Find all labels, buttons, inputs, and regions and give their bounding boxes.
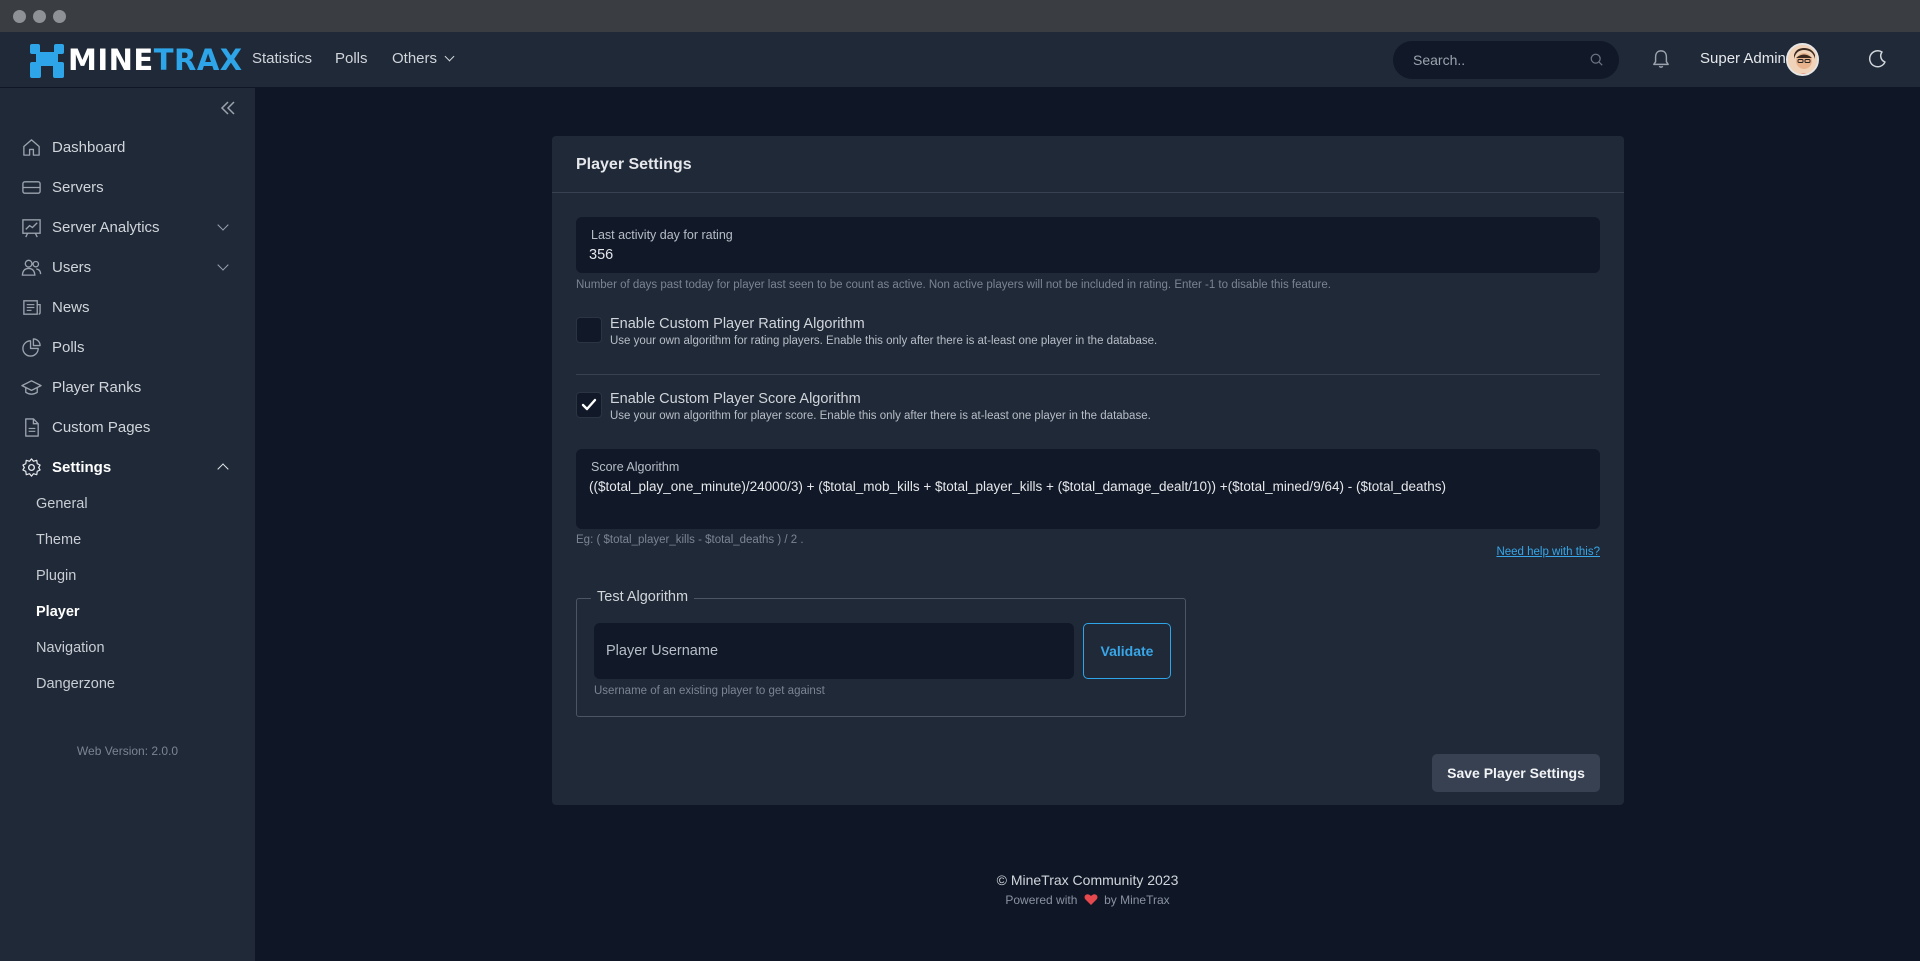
avatar-face-icon <box>1788 45 1817 74</box>
sidebar-item-custom-pages[interactable]: Custom Pages <box>0 407 255 447</box>
window-maximize-button[interactable] <box>53 10 66 23</box>
footer-powered-suffix: by MineTrax <box>1104 893 1170 907</box>
rating-algorithm-checkbox[interactable] <box>576 317 602 343</box>
chevron-down-icon <box>444 51 455 62</box>
sidebar-item-label: Server Analytics <box>52 218 160 236</box>
save-player-settings-button[interactable]: Save Player Settings <box>1432 754 1600 792</box>
player-username-help: Username of an existing player to get ag… <box>594 685 825 697</box>
sidebar-item-label: Player Ranks <box>52 378 142 396</box>
sidebar-item-label: Polls <box>52 338 85 356</box>
divider <box>576 374 1600 375</box>
sidebar-item-servers[interactable]: Servers <box>0 167 255 207</box>
window-titlebar <box>0 0 1920 32</box>
avatar[interactable] <box>1786 43 1819 76</box>
user-menu-name[interactable]: Super Admin <box>1700 50 1786 67</box>
rating-algorithm-desc: Use your own algorithm for rating player… <box>610 335 1158 347</box>
score-algorithm-field[interactable]: Score Algorithm (($total_play_one_minute… <box>576 449 1600 529</box>
nav-statistics[interactable]: Statistics <box>252 50 312 67</box>
player-settings-card: Player Settings Last activity day for ra… <box>552 136 1624 805</box>
window-minimize-button[interactable] <box>33 10 46 23</box>
test-algorithm-group: Test Algorithm Player Username Validate … <box>576 589 1186 717</box>
sidebar-item-label: News <box>52 298 90 316</box>
sidebar-sub-general[interactable]: General <box>36 496 88 512</box>
score-algorithm-desc: Use your own algorithm for player score.… <box>610 410 1151 422</box>
need-help-link[interactable]: Need help with this? <box>1496 546 1600 558</box>
logo-mark-icon <box>30 42 64 78</box>
sidebar-item-player-ranks[interactable]: Player Ranks <box>0 367 255 407</box>
search-placeholder: Search.. <box>1413 52 1466 68</box>
pie-icon <box>22 337 41 357</box>
sidebar-sub-player[interactable]: Player <box>36 604 80 620</box>
sidebar-item-label: Settings <box>52 458 112 476</box>
heart-icon <box>1084 894 1098 905</box>
test-algorithm-legend: Test Algorithm <box>591 589 695 605</box>
last-activity-label: Last activity day for rating <box>591 228 733 242</box>
last-activity-help: Number of days past today for player las… <box>576 279 1331 291</box>
web-version: Web Version: 2.0.0 <box>76 744 179 758</box>
sidebar-item-polls[interactable]: Polls <box>0 327 255 367</box>
window-close-button[interactable] <box>13 10 26 23</box>
sidebar-item-users[interactable]: Users <box>0 247 255 287</box>
logo-text: MINETRAX <box>68 43 243 77</box>
sidebar-item-label: Dashboard <box>52 138 126 156</box>
chevron-down-icon <box>217 259 229 271</box>
users-icon <box>21 259 42 276</box>
moon-icon[interactable] <box>1868 49 1888 69</box>
collapse-sidebar-icon[interactable] <box>220 101 236 115</box>
checkmark-icon <box>581 398 597 411</box>
nav-others[interactable]: Others <box>392 50 455 67</box>
chart-icon <box>22 218 41 237</box>
last-activity-field[interactable]: Last activity day for rating 356 <box>576 217 1600 273</box>
sidebar-sub-navigation[interactable]: Navigation <box>36 640 105 656</box>
footer-powered-prefix: Powered with <box>1005 893 1078 907</box>
score-algorithm-value: (($total_play_one_minute)/24000/3) + ($t… <box>589 479 1447 494</box>
server-icon <box>22 180 41 194</box>
sidebar-sub-dangerzone[interactable]: Dangerzone <box>36 676 115 692</box>
sidebar-item-label: Servers <box>52 178 104 196</box>
score-algorithm-label: Score Algorithm <box>591 460 680 474</box>
search-input[interactable]: Search.. <box>1393 41 1619 79</box>
document-icon <box>25 417 39 437</box>
gear-icon <box>22 457 41 477</box>
sidebar-item-server-analytics[interactable]: Server Analytics <box>0 207 255 247</box>
nav-others-label: Others <box>392 50 438 67</box>
player-username-input[interactable]: Player Username <box>594 623 1074 679</box>
nav-polls[interactable]: Polls <box>335 50 368 67</box>
last-activity-value: 356 <box>589 247 614 263</box>
sidebar-item-label: Custom Pages <box>52 418 151 436</box>
top-navbar: MINETRAX Statistics Polls Others Search.… <box>0 32 1920 88</box>
home-icon <box>23 138 40 156</box>
sidebar-sub-theme[interactable]: Theme <box>36 532 81 548</box>
card-title: Player Settings <box>576 156 692 173</box>
graduation-cap-icon <box>21 379 42 395</box>
score-algorithm-checkbox[interactable] <box>576 392 602 418</box>
sidebar-item-label: Users <box>52 258 92 276</box>
news-icon <box>23 299 41 315</box>
brand-logo[interactable]: MINETRAX <box>30 40 243 80</box>
chevron-down-icon <box>217 219 229 231</box>
sidebar-item-news[interactable]: News <box>0 287 255 327</box>
search-icon <box>1590 53 1603 66</box>
sidebar-item-settings[interactable]: Settings <box>0 447 255 487</box>
sidebar: Dashboard Servers Server Analytics Users… <box>0 88 255 961</box>
validate-button[interactable]: Validate <box>1083 623 1171 679</box>
chevron-up-icon <box>217 463 229 475</box>
footer-copyright: © MineTrax Community 2023 <box>996 872 1179 888</box>
sidebar-sub-plugin[interactable]: Plugin <box>36 568 76 584</box>
sidebar-item-dashboard[interactable]: Dashboard <box>0 127 255 167</box>
footer-powered: Powered with by MineTrax <box>255 893 1920 907</box>
score-algorithm-example: Eg: ( $total_player_kills - $total_death… <box>576 534 804 546</box>
player-username-placeholder: Player Username <box>606 643 719 659</box>
divider <box>552 192 1624 193</box>
bell-icon[interactable] <box>1652 49 1670 69</box>
rating-algorithm-title: Enable Custom Player Rating Algorithm <box>610 316 865 332</box>
score-algorithm-title: Enable Custom Player Score Algorithm <box>610 391 861 407</box>
